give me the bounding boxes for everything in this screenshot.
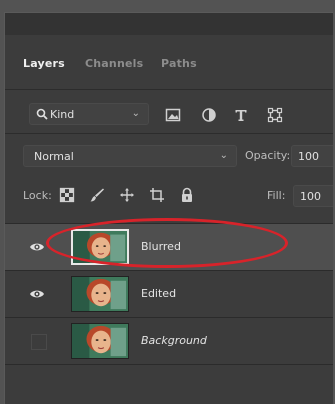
- layer-row-background[interactable]: Background: [5, 317, 335, 364]
- filter-row: Kind ⌄: [5, 91, 335, 131]
- fill-input[interactable]: 100: [293, 185, 335, 207]
- layer-thumbnail[interactable]: [71, 229, 129, 265]
- opacity-label: Opacity:: [245, 149, 291, 162]
- chevron-down-icon: ⌄: [219, 150, 228, 161]
- divider: [5, 89, 335, 90]
- lock-label: Lock:: [23, 189, 52, 202]
- divider: [5, 133, 335, 134]
- adjustment-filter-icon[interactable]: [201, 107, 217, 123]
- lock-all-icon[interactable]: [179, 187, 195, 203]
- portrait-thumbnail-image: [73, 231, 127, 263]
- layer-thumbnail[interactable]: [71, 323, 129, 359]
- layer-name[interactable]: Blurred: [141, 240, 181, 253]
- layer-name[interactable]: Background: [141, 334, 207, 347]
- top-strip: [0, 0, 335, 12]
- filter-kind-select[interactable]: Kind ⌄: [29, 103, 149, 125]
- layer-row-edited[interactable]: Edited: [5, 270, 335, 317]
- portrait-thumbnail-image: [72, 277, 128, 311]
- fill-label: Fill:: [267, 189, 286, 202]
- layers-panel: Layers Channels Paths Kind ⌄ Normal ⌄ Op…: [4, 12, 335, 404]
- lock-row: Lock: Fill: 100: [5, 179, 335, 215]
- blend-mode-select[interactable]: Normal ⌄: [23, 145, 237, 167]
- eye-icon[interactable]: [29, 241, 45, 253]
- search-icon: [36, 108, 48, 120]
- tab-paths[interactable]: Paths: [161, 57, 197, 70]
- lock-artboard-icon[interactable]: [149, 187, 165, 203]
- panel-header-bar: [5, 13, 335, 35]
- shape-filter-icon[interactable]: [267, 107, 283, 123]
- chevron-down-icon: ⌄: [131, 108, 140, 119]
- eye-icon[interactable]: [29, 288, 45, 300]
- visibility-toggle-off[interactable]: [31, 334, 47, 350]
- layer-row-blurred[interactable]: Blurred: [5, 223, 335, 270]
- tab-layers[interactable]: Layers: [23, 57, 65, 70]
- lock-move-icon[interactable]: [119, 187, 135, 203]
- layer-name[interactable]: Edited: [141, 287, 176, 300]
- type-filter-icon[interactable]: [233, 107, 249, 123]
- blend-row: Normal ⌄ Opacity: 100: [5, 137, 335, 173]
- image-filter-icon[interactable]: [165, 107, 181, 123]
- portrait-thumbnail-image: [72, 324, 128, 358]
- lock-paint-icon[interactable]: [89, 187, 105, 203]
- divider: [5, 364, 335, 365]
- filter-kind-label: Kind: [50, 108, 75, 121]
- panel-tabs: Layers Channels Paths: [5, 43, 335, 89]
- blend-mode-value: Normal: [34, 150, 74, 163]
- opacity-input[interactable]: 100: [291, 145, 335, 167]
- tab-channels[interactable]: Channels: [85, 57, 143, 70]
- layer-thumbnail[interactable]: [71, 276, 129, 312]
- lock-transparent-icon[interactable]: [59, 187, 75, 203]
